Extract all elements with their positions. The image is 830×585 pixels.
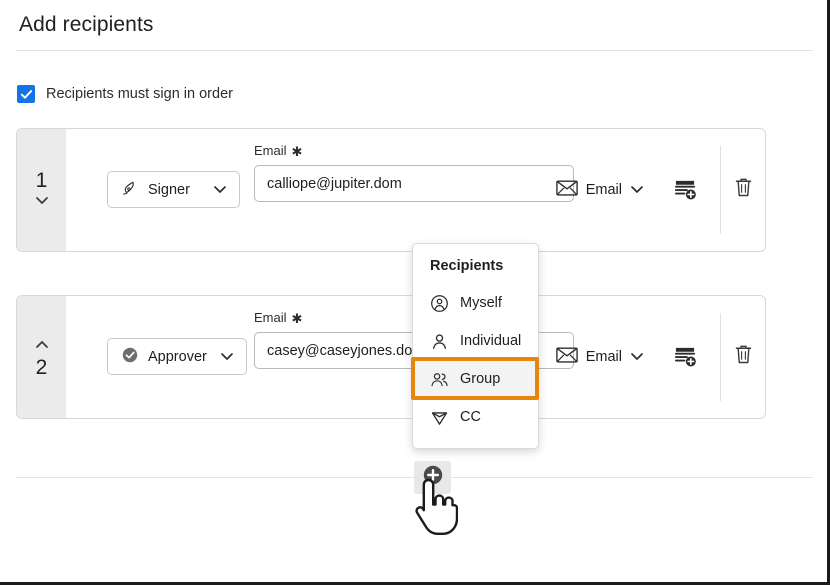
- chevron-down-icon[interactable]: [630, 349, 644, 365]
- required-asterisk-icon: ✱: [292, 312, 303, 325]
- menu-item-myself[interactable]: Myself: [413, 284, 538, 322]
- recipient-row: 1 Signer: [16, 128, 766, 252]
- recipients-dropdown-menu: Recipients Myself Individual: [412, 243, 539, 449]
- add-recipient-button[interactable]: [414, 461, 451, 494]
- add-recipients-panel: Add recipients Recipients must sign in o…: [0, 0, 830, 585]
- recipient-order-column: 2: [17, 296, 66, 418]
- envelope-icon: [556, 347, 578, 367]
- chevron-down-icon[interactable]: [213, 182, 227, 198]
- delivery-method-selector[interactable]: Email: [554, 343, 646, 371]
- delete-recipient-button[interactable]: [721, 177, 765, 203]
- sign-in-order-row[interactable]: Recipients must sign in order: [17, 85, 233, 103]
- user-icon: [430, 332, 449, 351]
- role-label: Signer: [148, 182, 200, 198]
- menu-item-label: Group: [460, 371, 500, 387]
- required-asterisk-icon: ✱: [292, 145, 303, 158]
- recipient-row: 2 Approver Email: [16, 295, 766, 419]
- email-field-label: Email ✱: [254, 143, 574, 158]
- delivery-method-label: Email: [586, 349, 622, 365]
- trash-icon[interactable]: [734, 177, 753, 203]
- add-private-message-icon[interactable]: [674, 179, 697, 201]
- check-circle-icon: [121, 346, 139, 368]
- recipient-index: 2: [36, 357, 48, 378]
- user-circle-icon: [430, 294, 449, 313]
- add-private-message-icon[interactable]: [674, 346, 697, 368]
- trash-icon[interactable]: [734, 344, 753, 370]
- menu-item-label: Myself: [460, 295, 502, 311]
- role-selector[interactable]: Approver: [107, 338, 247, 375]
- menu-item-cc[interactable]: CC: [413, 398, 538, 436]
- menu-header: Recipients: [413, 254, 538, 284]
- chevron-down-icon[interactable]: [220, 349, 234, 365]
- recipient-order-column: 1: [17, 129, 66, 251]
- page-title: Add recipients: [19, 13, 153, 37]
- sign-in-order-label: Recipients must sign in order: [46, 86, 233, 102]
- recipient-tools: Email: [554, 171, 765, 208]
- add-circle-icon[interactable]: [422, 464, 444, 491]
- checkbox-checked-icon[interactable]: [17, 85, 35, 103]
- pen-nib-icon: [121, 179, 139, 201]
- menu-item-group[interactable]: Group: [413, 360, 538, 398]
- chevron-down-icon[interactable]: [34, 193, 50, 211]
- tools-divider: [720, 146, 721, 234]
- menu-item-label: Individual: [460, 333, 521, 349]
- delivery-method-selector[interactable]: Email: [554, 176, 646, 204]
- email-label-text: Email: [254, 310, 287, 325]
- title-divider: [16, 50, 813, 51]
- role-selector[interactable]: Signer: [107, 171, 240, 208]
- tools-divider: [720, 313, 721, 401]
- role-label: Approver: [148, 349, 207, 365]
- delivery-method-label: Email: [586, 182, 622, 198]
- menu-item-label: CC: [460, 409, 481, 425]
- recipient-body: Signer Email ✱: [66, 129, 765, 251]
- recipient-index: 1: [36, 170, 48, 191]
- email-input[interactable]: [254, 165, 574, 202]
- paper-plane-icon: [430, 408, 449, 427]
- menu-item-individual[interactable]: Individual: [413, 322, 538, 360]
- recipient-tools: Email: [554, 338, 765, 375]
- chevron-up-icon[interactable]: [34, 337, 50, 355]
- chevron-down-icon[interactable]: [630, 182, 644, 198]
- delete-recipient-button[interactable]: [721, 344, 765, 370]
- email-label-text: Email: [254, 143, 287, 158]
- email-field-group: Email ✱: [254, 143, 574, 202]
- envelope-icon: [556, 180, 578, 200]
- user-group-icon: [430, 370, 449, 389]
